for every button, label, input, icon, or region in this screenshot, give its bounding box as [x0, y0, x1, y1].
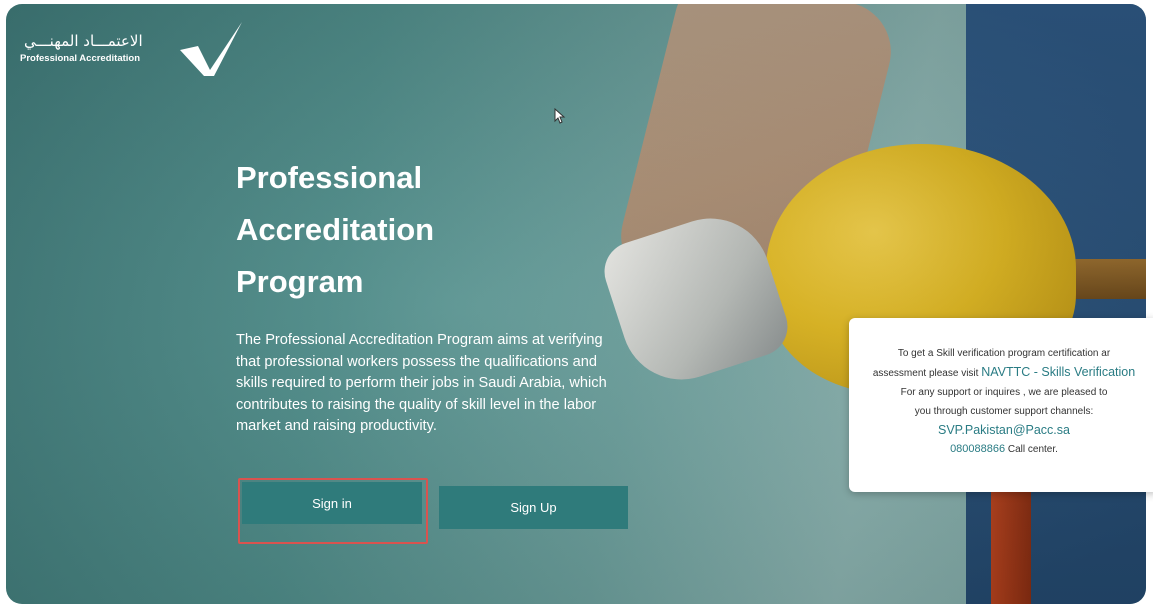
title-line: Accreditation	[236, 212, 435, 247]
hero-banner: الاعتمـــاد المهنـــي Professional Accre…	[6, 4, 1146, 604]
title-line: Professional	[236, 160, 423, 195]
info-text: Call center.	[1005, 444, 1058, 455]
logo-english-text: Professional Accreditation	[20, 53, 141, 64]
mouse-cursor-icon	[554, 108, 566, 124]
info-line: To get a Skill verification program cert…	[897, 348, 1111, 359]
page-title: Professional Accreditation Program	[236, 152, 596, 308]
info-line: you through customer support channels:	[914, 406, 1094, 417]
title-line: Program	[236, 264, 364, 299]
program-description: The Professional Accreditation Program a…	[236, 332, 607, 435]
support-phone[interactable]: 080088866	[950, 443, 1005, 455]
sign-in-highlight-box	[238, 478, 428, 544]
info-line: assessment please visit NAVTTC - Skills …	[849, 363, 1153, 383]
navttc-link[interactable]: NAVTTC - Skills Verification	[981, 365, 1135, 379]
sign-up-button[interactable]: Sign Up	[439, 486, 628, 529]
support-info-panel: To get a Skill verification program cert…	[849, 318, 1153, 492]
support-email-link[interactable]: SVP.Pakistan@Pacc.sa	[849, 421, 1153, 440]
checkmark-logo-icon	[180, 22, 242, 76]
logo-arabic-text: الاعتمـــاد المهنـــي	[24, 32, 143, 50]
info-text: assessment please visit	[872, 368, 982, 379]
site-logo[interactable]: الاعتمـــاد المهنـــي Professional Accre…	[16, 18, 256, 78]
info-line: 080088866 Call center.	[849, 440, 1153, 459]
info-line: For any support or inquires , we are ple…	[900, 387, 1108, 398]
